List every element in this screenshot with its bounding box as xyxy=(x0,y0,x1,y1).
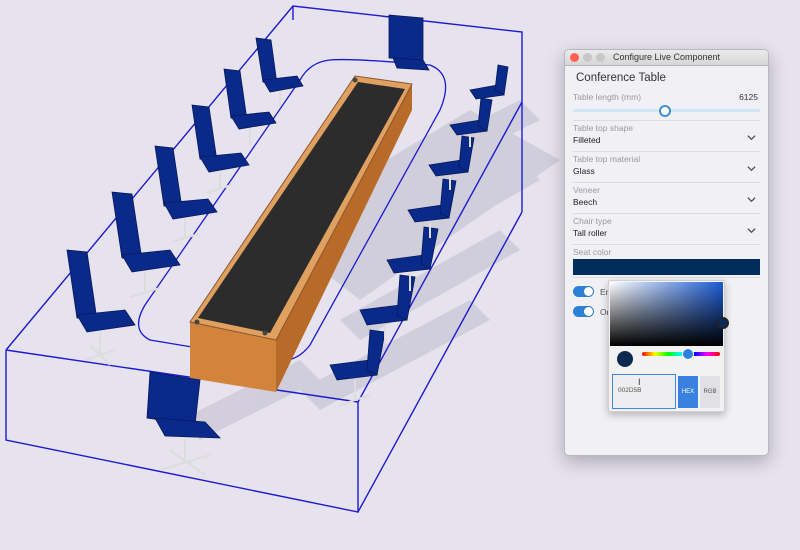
rgb-mode-button[interactable]: RGB xyxy=(700,376,720,408)
table-top-material-value: Glass xyxy=(573,166,595,176)
component-heading: Conference Table xyxy=(576,72,666,84)
slider-thumb[interactable] xyxy=(658,105,671,117)
table-top-material-label: Table top material xyxy=(573,154,641,164)
veneer-value: Beech xyxy=(573,197,598,207)
table-top-shape-label: Table top shape xyxy=(573,123,634,133)
maximize-window-button[interactable] xyxy=(596,53,605,62)
table-length-value: 6125 xyxy=(739,92,758,102)
window-titlebar: Configure Live Component xyxy=(565,50,768,66)
close-window-button[interactable] xyxy=(570,53,579,62)
hex-mode-button[interactable]: HEX xyxy=(678,376,698,408)
text-cursor-icon: I xyxy=(638,377,641,387)
table-top-shape-value: Filleted xyxy=(573,135,601,145)
toggle-switch-1[interactable] xyxy=(573,286,594,297)
chair-type-select[interactable]: Chair type Tall roller xyxy=(573,214,760,245)
table-length-label: Table length (mm) xyxy=(573,92,642,102)
seat-color-row: Seat color xyxy=(573,245,760,278)
seat-color-label: Seat color xyxy=(573,247,612,257)
chevron-down-icon xyxy=(747,197,756,203)
hue-slider[interactable] xyxy=(642,352,720,356)
table-top-shape-select[interactable]: Table top shape Filleted xyxy=(573,121,760,152)
veneer-select[interactable]: Veneer Beech xyxy=(573,183,760,214)
saturation-value-area[interactable] xyxy=(610,282,723,346)
chair-type-label: Chair type xyxy=(573,216,612,226)
chevron-down-icon xyxy=(747,135,756,141)
chevron-down-icon xyxy=(747,166,756,172)
hue-handle[interactable] xyxy=(682,348,694,360)
table-length-slider[interactable] xyxy=(573,105,760,117)
color-preview xyxy=(617,351,633,367)
chair-type-value: Tall roller xyxy=(573,228,608,238)
saturation-handle[interactable] xyxy=(717,317,729,329)
veneer-label: Veneer xyxy=(573,185,600,195)
minimize-window-button[interactable] xyxy=(583,53,592,62)
toggle-switch-2[interactable] xyxy=(573,306,594,317)
table-length-row: Table length (mm) 6125 xyxy=(573,90,760,121)
table-top-material-select[interactable]: Table top material Glass xyxy=(573,152,760,183)
color-picker-popover: I HEX RGB xyxy=(608,280,729,412)
hex-input[interactable] xyxy=(618,387,668,394)
seat-color-swatch[interactable] xyxy=(573,259,760,275)
window-title: Configure Live Component xyxy=(612,52,721,62)
hex-input-box[interactable]: I xyxy=(612,374,676,409)
chevron-down-icon xyxy=(747,228,756,234)
